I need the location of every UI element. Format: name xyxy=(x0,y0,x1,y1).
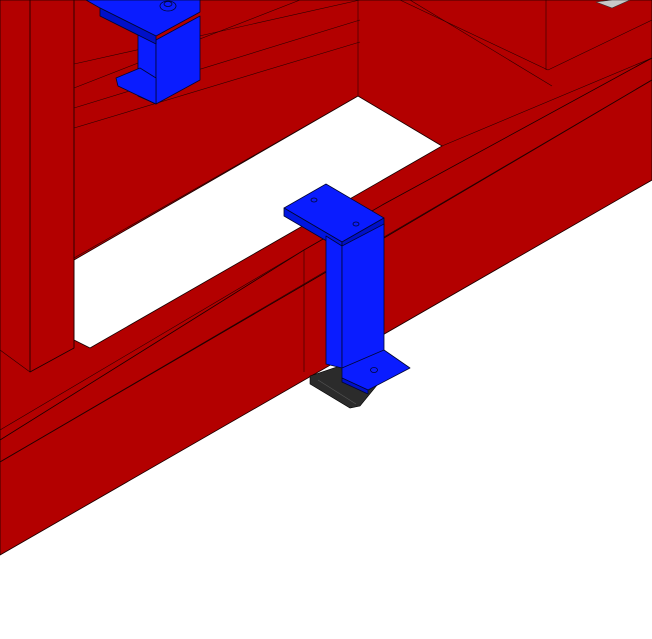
cad-viewport[interactable] xyxy=(0,0,652,639)
bolt-head-icon xyxy=(159,0,177,12)
bracket-web xyxy=(325,235,343,369)
bracket-web-side xyxy=(341,223,385,371)
left-post-front xyxy=(29,0,75,373)
